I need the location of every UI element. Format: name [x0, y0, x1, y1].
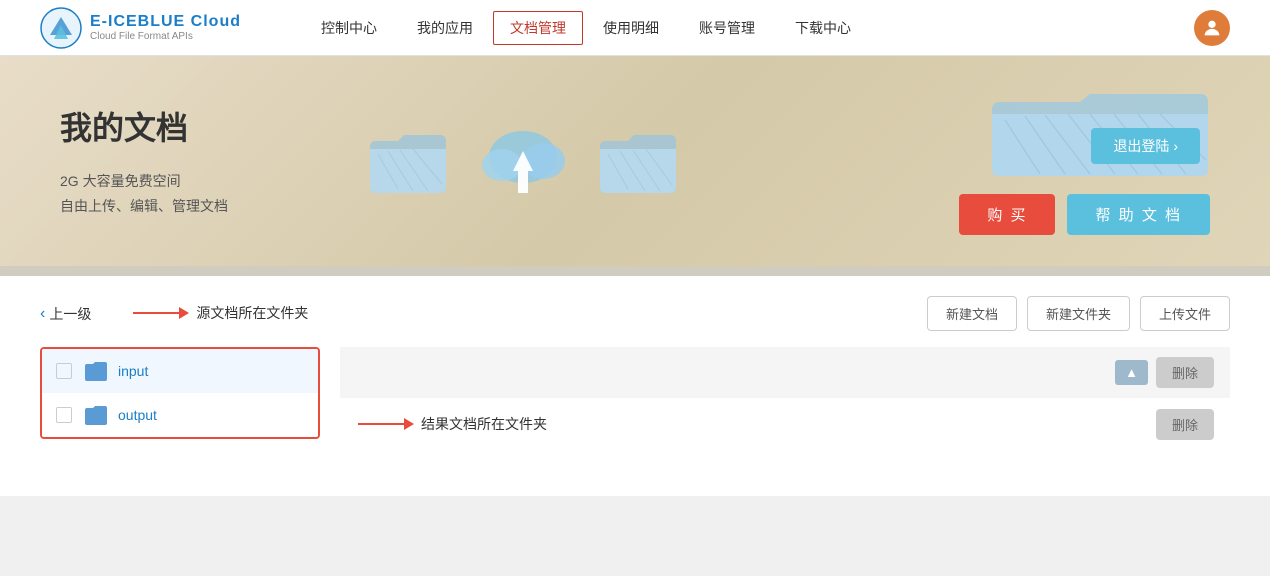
- output-file-name[interactable]: output: [118, 407, 157, 423]
- right-panel: ▲ 删除 结果文档所在文件夹 删除: [320, 347, 1230, 448]
- logo-text: E-ICEBLUE Cloud Cloud File Format APIs: [90, 13, 241, 42]
- file-row-input: input: [42, 349, 318, 393]
- toolbar-actions: 新建文档 新建文件夹 上传文件: [927, 296, 1230, 331]
- hero-banner: 我的文档 2G 大容量免费空间 自由上传、编辑、管理文档: [0, 56, 1270, 266]
- upload-file-button[interactable]: 上传文件: [1140, 296, 1230, 331]
- files-column: input output: [40, 347, 320, 439]
- annotation2-area: 结果文档所在文件夹: [356, 410, 616, 438]
- back-label: 上一级: [49, 304, 91, 324]
- delete-button-1[interactable]: 删除: [1156, 357, 1214, 388]
- hero-desc-line2: 自由上传、编辑、管理文档: [60, 194, 228, 219]
- input-folder-icon: [84, 361, 108, 381]
- annotation2-arrow-icon: [356, 412, 416, 436]
- navbar: E-ICEBLUE Cloud Cloud File Format APIs 控…: [0, 0, 1270, 56]
- logo-subtitle: Cloud File Format APIs: [90, 31, 241, 42]
- hero-right-decoration: 退出登陆: [990, 88, 1210, 178]
- hero-folder-icon-2: [598, 129, 678, 194]
- nav-item-account[interactable]: 账号管理: [679, 0, 775, 56]
- back-button[interactable]: ‹ 上一级: [40, 304, 91, 324]
- hero-desc: 2G 大容量免费空间 自由上传、编辑、管理文档: [60, 169, 228, 219]
- nav-item-download[interactable]: 下载中心: [775, 0, 871, 56]
- buy-button[interactable]: 购 买: [959, 194, 1055, 235]
- nav-item-dashboard[interactable]: 控制中心: [301, 0, 397, 56]
- hero-icons: [368, 121, 678, 201]
- help-button[interactable]: 帮 助 文 档: [1067, 194, 1210, 235]
- file-list: input output: [40, 347, 320, 439]
- nav-item-docs[interactable]: 文档管理: [493, 11, 583, 45]
- nav-item-usage[interactable]: 使用明细: [583, 0, 679, 56]
- output-checkbox[interactable]: [56, 407, 72, 423]
- toolbar: ‹ 上一级 源文档所在文件夹 新建文档 新建文件夹 上传文件: [40, 296, 1230, 331]
- user-icon: [1201, 17, 1223, 39]
- logout-button[interactable]: 退出登陆: [1091, 128, 1200, 164]
- input-checkbox[interactable]: [56, 363, 72, 379]
- nav-item-apps[interactable]: 我的应用: [397, 0, 493, 56]
- hero-title: 我的文档: [60, 103, 228, 149]
- avatar[interactable]: [1194, 10, 1230, 46]
- files-and-actions: input output ▲ 删除: [40, 347, 1230, 448]
- logo-title: E-ICEBLUE Cloud: [90, 13, 241, 31]
- hero-folder-icon-1: [368, 129, 448, 194]
- selected-actions-row: ▲ 删除: [340, 347, 1230, 398]
- delete-button-2[interactable]: 删除: [1156, 409, 1214, 440]
- new-doc-button[interactable]: 新建文档: [927, 296, 1017, 331]
- input-file-name[interactable]: input: [118, 363, 148, 379]
- input-row-wrapper: input: [42, 349, 318, 393]
- annotation2-text: 结果文档所在文件夹: [421, 414, 547, 434]
- sort-up-button[interactable]: ▲: [1115, 360, 1148, 385]
- hero-cloud-upload-icon: [478, 121, 568, 201]
- main-content: ‹ 上一级 源文档所在文件夹 新建文档 新建文件夹 上传文件: [0, 276, 1270, 496]
- logo-icon: [40, 7, 82, 49]
- logo-area: E-ICEBLUE Cloud Cloud File Format APIs: [40, 7, 241, 49]
- annotation1-arrow-icon: [131, 301, 191, 325]
- back-arrow-icon: ‹: [40, 305, 45, 323]
- file-row-output: output: [42, 393, 318, 437]
- output-row-area: 结果文档所在文件夹 删除: [340, 400, 1230, 448]
- nav-links: 控制中心 我的应用 文档管理 使用明细 账号管理 下载中心: [301, 0, 1194, 56]
- hero-text: 我的文档 2G 大容量免费空间 自由上传、编辑、管理文档: [60, 103, 228, 219]
- new-folder-button[interactable]: 新建文件夹: [1027, 296, 1130, 331]
- annotation1-area: 源文档所在文件夹: [131, 299, 381, 329]
- hero-right: 退出登陆 购 买 帮 助 文 档: [959, 88, 1210, 235]
- hero-desc-line1: 2G 大容量免费空间: [60, 169, 228, 194]
- separator: [0, 266, 1270, 276]
- annotation1-text: 源文档所在文件夹: [196, 303, 308, 323]
- output-folder-icon: [84, 405, 108, 425]
- hero-bottom-btns: 购 买 帮 助 文 档: [959, 194, 1210, 235]
